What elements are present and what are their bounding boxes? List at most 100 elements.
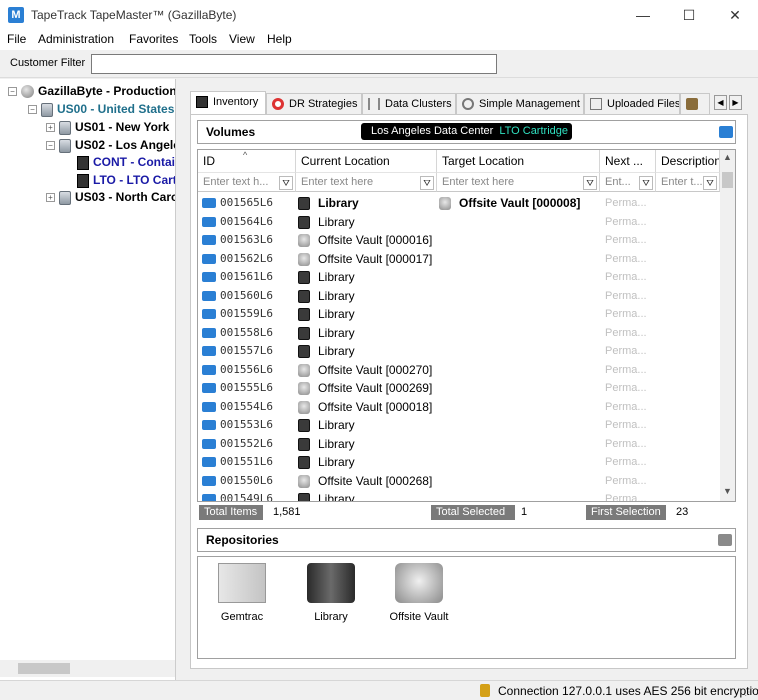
vault-icon[interactable]	[718, 534, 732, 546]
maximize-button[interactable]: ☐	[666, 0, 712, 30]
scroll-down-icon[interactable]: ▼	[722, 486, 733, 496]
tab-overflow[interactable]	[680, 93, 710, 114]
current-location-text: Offsite Vault [000016]	[318, 233, 433, 247]
tab-label: DR Strategies	[289, 98, 358, 110]
tab-simple-management[interactable]: Simple Management	[456, 93, 584, 114]
menu-file[interactable]: File	[7, 32, 26, 46]
column-header-target-location[interactable]: Target Location	[437, 150, 600, 172]
repository-library[interactable]: Library	[291, 563, 371, 623]
gear-icon	[462, 98, 474, 110]
funnel-icon[interactable]: ⛛	[583, 176, 597, 190]
menu-administration[interactable]: Administration	[38, 32, 114, 46]
cell-next: Perma...	[605, 308, 647, 320]
table-row[interactable]: 001556L6 Offsite Vault [000270] Perma...	[198, 361, 720, 380]
column-label: ID	[203, 154, 215, 168]
cell-id: 001565L6	[202, 194, 292, 212]
collapse-icon[interactable]: −	[28, 105, 37, 115]
filter-next[interactable]: Ent... ⛛	[600, 172, 656, 192]
cell-current-location: Library	[298, 435, 436, 453]
column-header-next[interactable]: Next ...	[600, 150, 656, 172]
table-row[interactable]: 001551L6 Library Perma...	[198, 453, 720, 472]
close-button[interactable]: ✕	[712, 0, 758, 30]
filter-target-location[interactable]: Enter text here ⛛	[437, 172, 600, 192]
table-row[interactable]: 001550L6 Offsite Vault [000268] Perma...	[198, 472, 720, 491]
tape-cartridge-icon	[202, 272, 216, 282]
repository-offsite-vault[interactable]: Offsite Vault	[379, 563, 459, 623]
column-header-description[interactable]: Description	[656, 150, 720, 172]
tree-node[interactable]: LTO - LTO Cartridge	[64, 171, 175, 189]
title-bar: M TapeTrack TapeMaster™ (GazillaByte) — …	[0, 0, 758, 30]
tab-dr-strategies[interactable]: DR Strategies	[266, 93, 362, 114]
tree-node[interactable]: + US03 - North Carolina	[46, 188, 175, 206]
collapse-icon[interactable]: −	[8, 87, 17, 97]
expand-icon[interactable]: +	[46, 123, 55, 133]
tab-label: Uploaded Files	[607, 98, 680, 110]
tab-uploaded-files[interactable]: Uploaded Files	[584, 93, 680, 114]
tree-node[interactable]: + US01 - New York	[46, 118, 169, 136]
tree-horizontal-scrollbar[interactable]	[0, 660, 175, 677]
menu-favorites[interactable]: Favorites	[129, 32, 178, 46]
table-row[interactable]: 001562L6 Offsite Vault [000017] Perma...	[198, 250, 720, 269]
filter-description[interactable]: Enter t... ⛛	[656, 172, 720, 192]
filter-current-location[interactable]: Enter text here ⛛	[296, 172, 437, 192]
cell-next: Perma...	[605, 271, 647, 283]
collapse-icon[interactable]: −	[46, 141, 55, 151]
vault-icon	[395, 563, 443, 603]
tape-cartridge-icon	[202, 198, 216, 208]
tab-scroll-right-button[interactable]: ▶	[729, 95, 742, 110]
menu-tools[interactable]: Tools	[189, 32, 217, 46]
table-row[interactable]: 001552L6 Library Perma...	[198, 435, 720, 454]
table-row[interactable]: 001561L6 Library Perma...	[198, 268, 720, 287]
tree-node[interactable]: − US02 - Los Angeles	[46, 136, 175, 154]
grid-scroll-thumb[interactable]	[722, 172, 733, 188]
column-header-id[interactable]: ID ^	[198, 150, 296, 172]
scroll-up-icon[interactable]: ▲	[722, 152, 733, 162]
tree-node[interactable]: CONT - Container	[64, 153, 175, 171]
table-row[interactable]: 001559L6 Library Perma...	[198, 305, 720, 324]
table-row[interactable]: 001563L6 Offsite Vault [000016] Perma...	[198, 231, 720, 250]
table-row[interactable]: 001558L6 Library Perma...	[198, 324, 720, 343]
table-row[interactable]: 001554L6 Offsite Vault [000018] Perma...	[198, 398, 720, 417]
funnel-icon[interactable]: ⛛	[420, 176, 434, 190]
menu-help[interactable]: Help	[267, 32, 292, 46]
current-location-text: Library	[318, 344, 355, 358]
table-row[interactable]: 001553L6 Library Perma...	[198, 416, 720, 435]
expand-icon[interactable]: +	[46, 193, 55, 203]
tab-scroll-left-button[interactable]: ◀	[714, 95, 727, 110]
cell-current-location: Library	[298, 194, 436, 212]
volume-id: 001562L6	[220, 251, 273, 265]
grid-vertical-scrollbar[interactable]: ▲ ▼	[720, 150, 735, 501]
filter-id[interactable]: Enter text h... ⛛	[198, 172, 296, 192]
tape-library-icon	[298, 289, 310, 303]
volume-id: 001552L6	[220, 436, 273, 450]
cell-id: 001549L6	[202, 490, 292, 501]
volumes-title: Volumes	[206, 125, 256, 139]
tape-cartridge-icon[interactable]	[719, 126, 733, 138]
server-icon	[59, 190, 71, 205]
current-location-text: Library	[318, 418, 355, 432]
table-row[interactable]: 001565L6 Library Offsite Vault [000008] Per…	[198, 194, 720, 213]
table-row[interactable]: 001564L6 Library Perma...	[198, 213, 720, 232]
funnel-icon[interactable]: ⛛	[639, 176, 653, 190]
cell-next: Perma...	[605, 252, 647, 265]
customer-filter-input[interactable]	[91, 54, 497, 74]
repository-gemtrac[interactable]: Gemtrac	[202, 563, 282, 623]
minimize-button[interactable]: —	[620, 0, 666, 30]
table-row[interactable]: 001560L6 Library Perma...	[198, 287, 720, 306]
tape-cartridge-icon	[202, 401, 216, 412]
tab-data-clusters[interactable]: Data Clusters	[362, 93, 456, 114]
server-icon	[41, 102, 53, 117]
table-row[interactable]: 001555L6 Offsite Vault [000269] Perma...	[198, 379, 720, 398]
table-row[interactable]: 001557L6 Library Perma...	[198, 342, 720, 361]
menu-view[interactable]: View	[229, 32, 255, 46]
tree-scroll-thumb[interactable]	[18, 663, 70, 674]
funnel-icon[interactable]: ⛛	[279, 176, 293, 190]
tab-inventory[interactable]: Inventory	[190, 91, 266, 115]
funnel-icon[interactable]: ⛛	[703, 176, 717, 190]
table-row[interactable]: 001549L6 Library Perma...	[198, 490, 720, 501]
tree-node[interactable]: − GazillaByte - Production	[8, 82, 175, 100]
lock-icon	[480, 684, 490, 697]
column-header-current-location[interactable]: Current Location	[296, 150, 437, 172]
resize-grip-icon[interactable]: ⋰	[744, 687, 754, 698]
tree-node[interactable]: − US00 - United States	[28, 100, 174, 118]
